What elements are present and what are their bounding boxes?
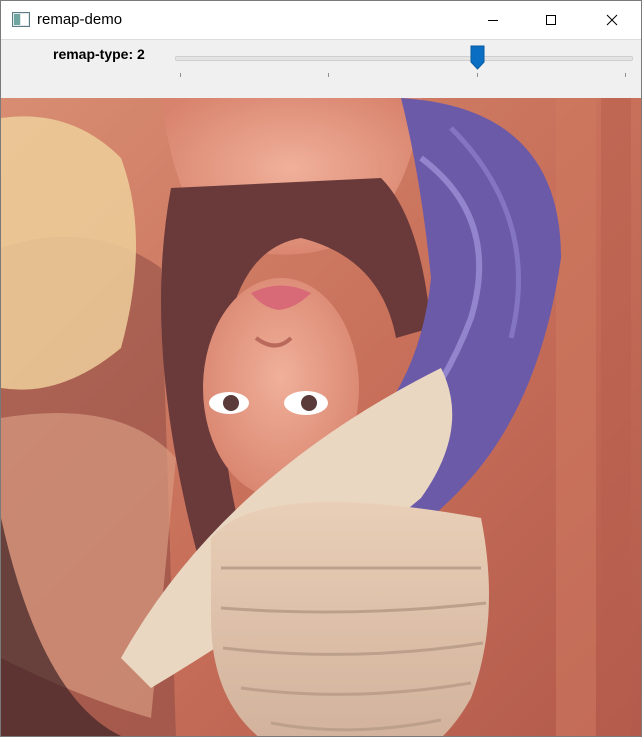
app-window: remap-demo remap-type: 2 — [0, 0, 642, 737]
trackbar-name: remap-type: — [53, 46, 138, 62]
app-window-icon — [12, 12, 30, 27]
slider-track[interactable] — [175, 56, 633, 61]
title-bar[interactable]: remap-demo — [1, 1, 641, 39]
trackbar-value: 2 — [137, 46, 145, 62]
slider-tick — [180, 73, 181, 77]
flipped-portrait-image — [1, 98, 641, 736]
slider-tick — [625, 73, 626, 77]
minimize-icon — [488, 20, 498, 21]
close-icon — [606, 14, 618, 26]
slider-tick — [477, 73, 478, 77]
maximize-icon — [546, 15, 556, 25]
image-canvas[interactable] — [1, 98, 641, 736]
slider-thumb[interactable] — [470, 45, 485, 70]
window-title: remap-demo — [37, 11, 123, 28]
trackbar-label: remap-type: 2 — [53, 46, 145, 62]
close-button[interactable] — [583, 1, 641, 39]
maximize-button[interactable] — [522, 1, 580, 39]
trackbar-panel: remap-type: 2 — [1, 39, 641, 99]
slider-tick — [328, 73, 329, 77]
minimize-button[interactable] — [464, 1, 522, 39]
